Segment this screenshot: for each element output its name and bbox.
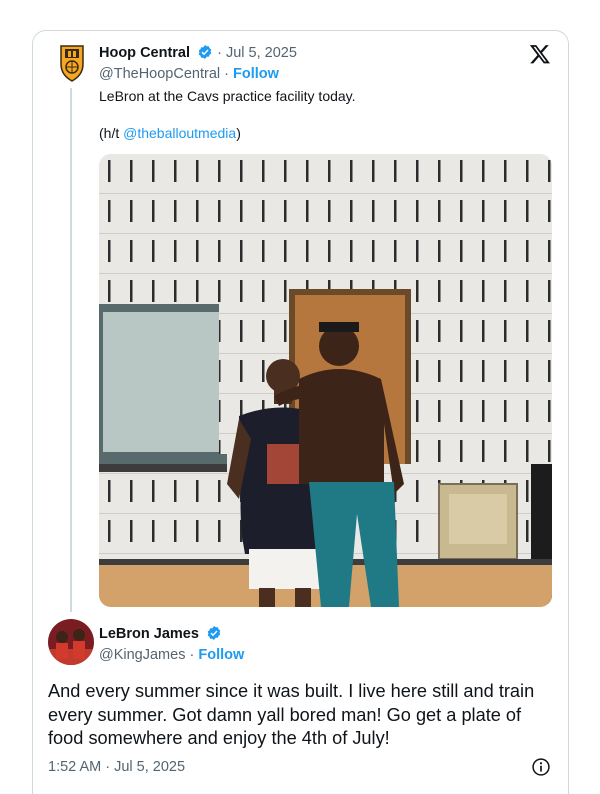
- quoted-tweet-text: LeBron at the Cavs practice facility tod…: [99, 88, 356, 104]
- reply-timestamp[interactable]: 1:52 AM · Jul 5, 2025: [48, 759, 185, 776]
- follow-button[interactable]: Follow: [198, 647, 244, 663]
- reply-handle-row: @KingJames · Follow: [99, 647, 244, 664]
- reply-tweet-text: And every summer since it was built. I l…: [48, 681, 535, 748]
- verified-badge-icon: [198, 45, 212, 59]
- reply-handle[interactable]: @KingJames: [99, 647, 185, 663]
- reply-display-name[interactable]: LeBron James: [99, 626, 199, 642]
- quoted-tweet-header: Hoop Central · Jul 5, 2025: [99, 44, 297, 62]
- lebron-avatar[interactable]: [48, 619, 94, 665]
- verified-badge-icon: [207, 626, 221, 640]
- follow-button[interactable]: Follow: [233, 66, 279, 82]
- reply-name-row: LeBron James: [99, 625, 222, 643]
- tweet-photo[interactable]: [99, 154, 552, 607]
- hoop-central-avatar[interactable]: [58, 44, 86, 82]
- hat-tip-suffix: ): [236, 125, 241, 141]
- handle-separator: ·: [189, 647, 195, 663]
- hat-tip-prefix: (h/t: [99, 125, 124, 141]
- quoted-handle-row: @TheHoopCentral · Follow: [99, 66, 279, 83]
- handle-separator: ·: [224, 66, 229, 82]
- thread-connector-line: [70, 88, 72, 612]
- quoted-handle[interactable]: @TheHoopCentral: [99, 66, 220, 82]
- info-circle-icon[interactable]: [531, 757, 551, 777]
- quoted-tweet-date[interactable]: · Jul 5, 2025: [217, 45, 297, 61]
- hat-tip-line: (h/t @theballoutmedia): [99, 124, 241, 142]
- quoted-display-name[interactable]: Hoop Central: [99, 45, 190, 61]
- mention-link[interactable]: @theballoutmedia: [123, 125, 236, 141]
- x-logo-icon[interactable]: [529, 43, 551, 65]
